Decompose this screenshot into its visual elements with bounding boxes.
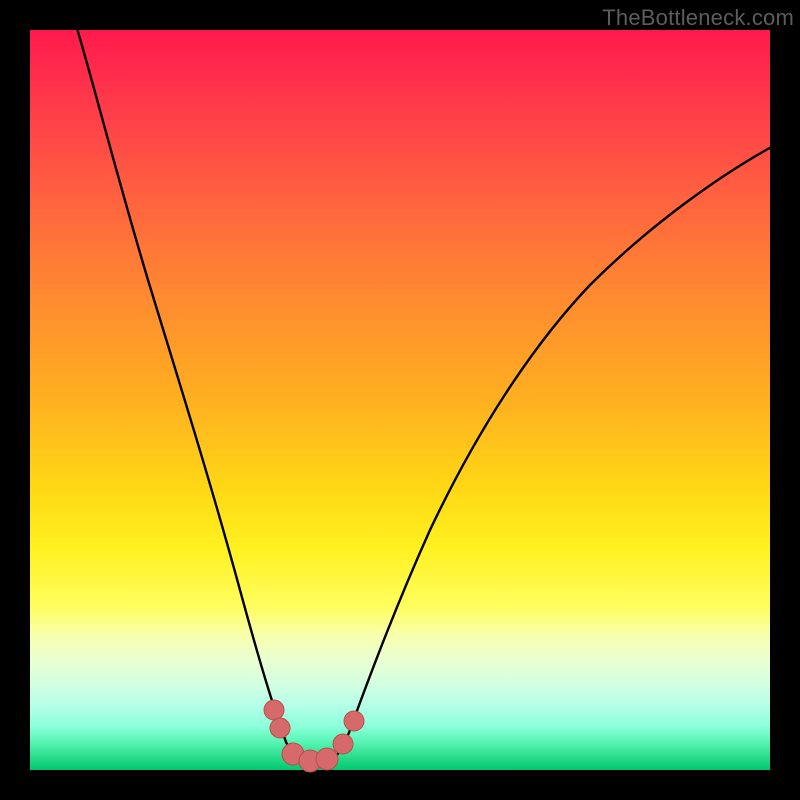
- chart-frame: TheBottleneck.com: [0, 0, 800, 800]
- bottleneck-curve: [75, 22, 775, 766]
- marker-dot: [333, 734, 353, 754]
- marker-dot: [270, 718, 290, 738]
- marker-dot: [264, 700, 284, 720]
- watermark-text: TheBottleneck.com: [602, 5, 794, 31]
- highlight-markers: [264, 700, 364, 772]
- chart-overlay: [30, 30, 770, 770]
- marker-dot: [344, 711, 364, 731]
- marker-dot: [316, 748, 338, 770]
